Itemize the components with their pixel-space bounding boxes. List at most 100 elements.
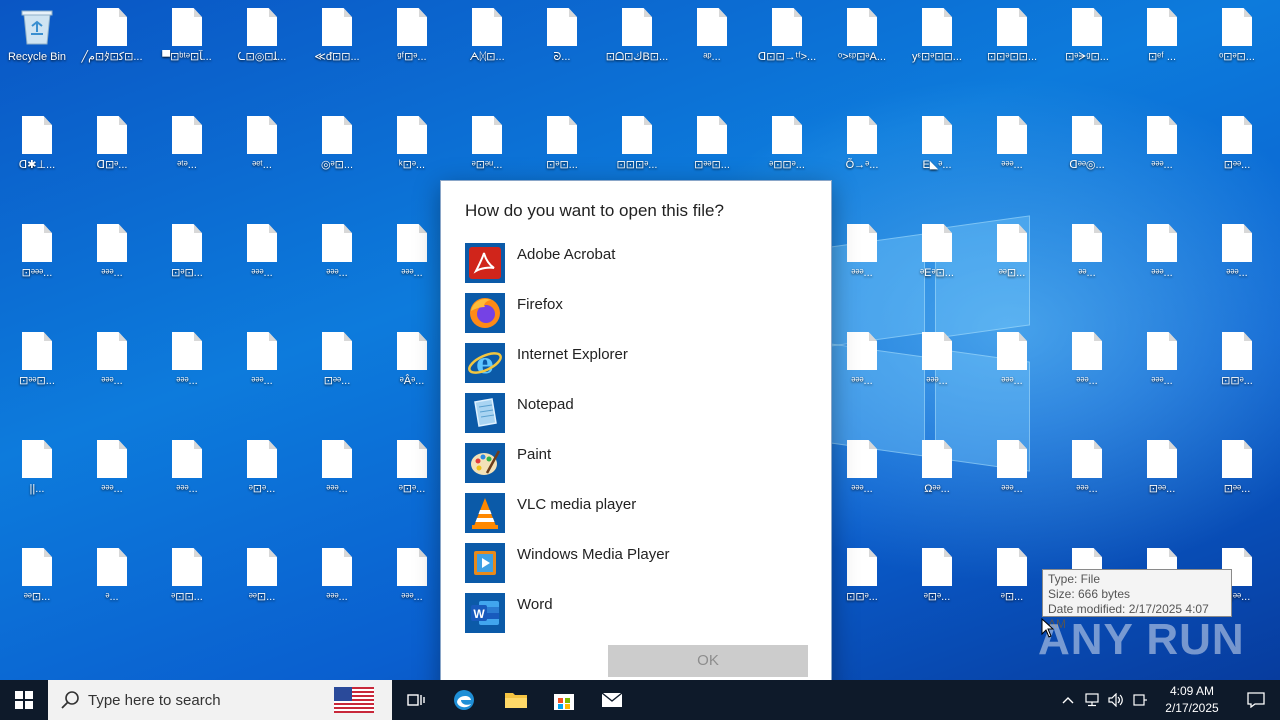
desktop-file-icon[interactable]: ᵊᵊᵊ... — [300, 432, 374, 532]
task-view-button[interactable] — [392, 680, 440, 720]
desktop-file-icon[interactable]: ᵊᵊᵊ... — [75, 432, 149, 532]
desktop-file-icon[interactable]: ᵊᵊᵊ... — [825, 216, 899, 316]
desktop-file-icon[interactable]: ⊡ᵊ⊡... — [150, 216, 224, 316]
desktop-file-icon[interactable]: ᵊᵊᵊ... — [75, 216, 149, 316]
desktop-file-icon[interactable]: ᵊ⊡⊡... — [150, 540, 224, 640]
desktop-file-icon[interactable]: ⊡ᵊᵊ... — [1125, 432, 1199, 532]
desktop-file-icon[interactable]: ᵊᵊᵊ... — [1050, 324, 1124, 424]
desktop-file-icon[interactable]: ᵊᵊᵊ... — [300, 216, 374, 316]
desktop-file-icon[interactable]: ╱ﻡ⊡ﾀ⊡ﮐ⊡... — [75, 0, 149, 100]
app-option-firefox[interactable]: Firefox — [465, 293, 809, 339]
desktop-file-icon[interactable]: ᵊᵊᵊ... — [1125, 324, 1199, 424]
desktop-file-icon[interactable]: ᵍᶠ⊡ᵊ... — [375, 0, 449, 100]
desktop-file-icon[interactable]: ᵊᵊᵊ... — [1125, 108, 1199, 208]
app-option-internet-explorer[interactable]: e Internet Explorer — [465, 343, 809, 389]
taskbar-clock[interactable]: 4:09 AM 2/17/2025 — [1152, 683, 1232, 717]
volume-tray-button[interactable] — [1104, 680, 1128, 720]
ok-button[interactable]: OK — [608, 645, 808, 677]
desktop-file-icon[interactable]: ᵊᵊᵊ... — [975, 108, 1049, 208]
desktop-file-icon[interactable]: ᵊᵉᵗ... — [225, 108, 299, 208]
desktop-file-icon[interactable]: ᵊᵊᵊ... — [150, 432, 224, 532]
desktop-file-icon[interactable]: ◎ᵊ⊡... — [300, 108, 374, 208]
desktop-file-icon[interactable]: ⊡ᗝ⊡ﻙB⊡... — [600, 0, 674, 100]
desktop-file-icon[interactable]: ᵊᵗᵊ... — [150, 108, 224, 208]
desktop-file-icon[interactable]: ᵊEᵊ⊡... — [900, 216, 974, 316]
desktop-file-icon[interactable]: ᵊᵊ⊡... — [0, 540, 74, 640]
app-option-paint[interactable]: Paint — [465, 443, 809, 489]
desktop-file-icon[interactable]: ⊡⊡ᵊ... — [1200, 324, 1274, 424]
network-tray-button[interactable] — [1080, 680, 1104, 720]
desktop-file-icon[interactable]: ᵊᵊᵊ... — [225, 216, 299, 316]
app-option-word[interactable]: W Word — [465, 593, 809, 639]
desktop-file-icon[interactable]: ⊡ᵊᵊ⊡... — [0, 324, 74, 424]
desktop-file-icon[interactable]: ⊡ᵊᵊ... — [1200, 108, 1274, 208]
desktop-file-icon[interactable]: ᵊÂᵊ... — [375, 324, 449, 424]
taskbar-store[interactable] — [540, 680, 588, 720]
desktop-file-icon[interactable]: ▀⊡ᵇᵗᵊ⊡ﺂ... — [150, 0, 224, 100]
taskbar-mail[interactable] — [588, 680, 636, 720]
desktop-file-icon[interactable]: ᗡ⊡ᵊ... — [75, 108, 149, 208]
desktop-file-icon[interactable]: ᵊ⊡ᵊ... — [225, 432, 299, 532]
app-option-vlc[interactable]: VLC media player — [465, 493, 809, 539]
taskbar-file-explorer[interactable] — [492, 680, 540, 720]
desktop-file-icon[interactable]: ᵒ>ᵋᵖ⊡ᵊA... — [825, 0, 899, 100]
taskbar-edge[interactable] — [440, 680, 488, 720]
desktop-file-icon[interactable]: ᵏ⊡ᵊ... — [375, 108, 449, 208]
desktop-file-icon[interactable]: Ωᵊᵊ... — [900, 432, 974, 532]
desktop-file-icon[interactable]: ᘐ... — [525, 0, 599, 100]
desktop-file-icon[interactable]: ᵊ⊡ᵊ... — [375, 432, 449, 532]
recycle-bin-label: Recycle Bin — [7, 51, 67, 63]
desktop-file-icon[interactable]: ᵊ... — [75, 540, 149, 640]
start-button[interactable] — [0, 680, 48, 720]
desktop-file-icon[interactable]: ᵊᵊᵊ... — [75, 324, 149, 424]
desktop-file-icon[interactable]: ⊡ᵉᶠ ... — [1125, 0, 1199, 100]
desktop-file-icon[interactable]: ᵊᵊᵊ... — [975, 324, 1049, 424]
desktop-file-icon[interactable]: ᗅᛞ⊡... — [450, 0, 524, 100]
desktop-file-icon[interactable]: ⊡ᵊᗒᵍ⊡... — [1050, 0, 1124, 100]
desktop-file-icon[interactable]: ᵊᵊᵊ... — [1200, 216, 1274, 316]
desktop-file-icon[interactable]: ᗡᵊᵊ◎... — [1050, 108, 1124, 208]
desktop-file-icon[interactable]: ᗡ✱⊥... — [0, 108, 74, 208]
desktop-file-icon[interactable]: ≪ᵭ⊡⊡... — [300, 0, 374, 100]
taskbar-search-box[interactable]: Type here to search — [48, 680, 392, 720]
desktop-file-icon[interactable]: ᵊ⊡ᵊ... — [900, 540, 974, 640]
desktop-file-icon[interactable]: ᵊᵊ... — [1050, 216, 1124, 316]
desktop-file-icon[interactable]: ᗡ⊡⊡→ᵗᶠ>... — [750, 0, 824, 100]
desktop-file-icon[interactable]: ⊡ᵊᵊᵊ... — [0, 216, 74, 316]
desktop-file-icon[interactable]: ⊡ᵊᵊ... — [300, 324, 374, 424]
desktop-file-icon[interactable]: ᵊᵊ⊡... — [225, 540, 299, 640]
app-label: VLC media player — [517, 496, 637, 513]
desktop-file-icon[interactable]: ⊡⊡ᵊ⊡⊡... — [975, 0, 1049, 100]
desktop-file-icon[interactable]: Õ→ᵊ... — [825, 108, 899, 208]
desktop-file-icon[interactable]: ᵊᵊᵊ... — [300, 540, 374, 640]
recycle-bin[interactable]: Recycle Bin — [0, 0, 74, 100]
desktop-file-icon[interactable]: ⊡⊡ᵊ... — [825, 540, 899, 640]
desktop-file-icon[interactable]: ᘇ⊡◎⊡ﻠ... — [225, 0, 299, 100]
desktop-file-icon[interactable]: ᵊᵊᵊ... — [225, 324, 299, 424]
app-option-acrobat[interactable]: Adobe Acrobat — [465, 243, 809, 289]
app-option-notepad[interactable]: Notepad — [465, 393, 809, 439]
desktop-file-icon[interactable]: ᵊᵊᵊ... — [1050, 432, 1124, 532]
desktop-file-icon[interactable]: ᵊᵊᵊ... — [900, 324, 974, 424]
action-center-button[interactable] — [1232, 680, 1280, 720]
app-option-windows-media-player[interactable]: Windows Media Player — [465, 543, 809, 589]
desktop-file-icon[interactable]: ᵊᵊ⊡... — [975, 216, 1049, 316]
desktop-file-icon[interactable]: ᵃᵖ... — [675, 0, 749, 100]
show-hidden-icons-button[interactable] — [1056, 680, 1080, 720]
document-icon — [1222, 440, 1252, 478]
desktop-file-icon[interactable]: ᵊᵊᵊ... — [975, 432, 1049, 532]
desktop-file-icon[interactable]: ⊡ᵊᵊ... — [1200, 432, 1274, 532]
ime-tray-button[interactable] — [1128, 680, 1152, 720]
desktop-file-icon[interactable]: E◣ᵊ... — [900, 108, 974, 208]
desktop-file-icon[interactable]: ᵊᵊᵊ... — [825, 432, 899, 532]
file-label: ᵊᵊ⊡... — [248, 591, 276, 603]
clock-time: 4:09 AM — [1169, 684, 1215, 698]
desktop-file-icon[interactable]: ᵊᵊᵊ... — [375, 540, 449, 640]
desktop-file-icon[interactable]: ᵊᵊᵊ... — [825, 324, 899, 424]
desktop-file-icon[interactable]: ||... — [0, 432, 74, 532]
desktop-file-icon[interactable]: ᵊᵊᵊ... — [150, 324, 224, 424]
desktop-file-icon[interactable]: yᵋ⊡ᵊ⊡⊡... — [900, 0, 974, 100]
desktop-file-icon[interactable]: ᵊᵊᵊ... — [1125, 216, 1199, 316]
desktop-file-icon[interactable]: ᵊᵊᵊ... — [375, 216, 449, 316]
desktop-file-icon[interactable]: ᵒ⊡ᵊ⊡... — [1200, 0, 1274, 100]
